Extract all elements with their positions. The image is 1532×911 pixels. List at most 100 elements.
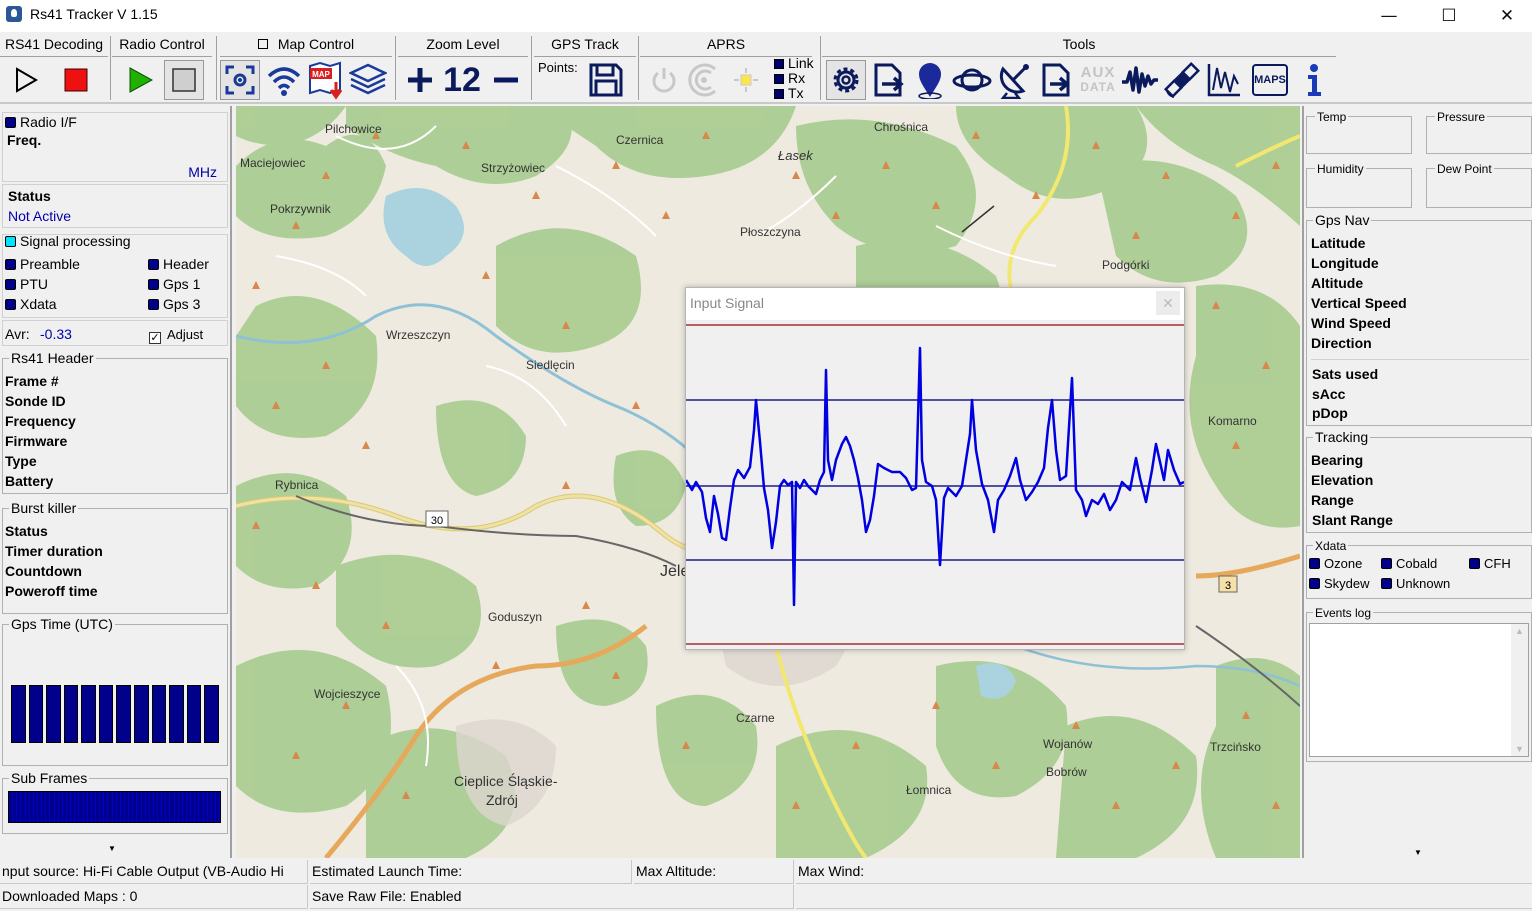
info-button[interactable] bbox=[1294, 60, 1334, 100]
location-button[interactable] bbox=[910, 60, 950, 100]
peak-marker bbox=[482, 271, 490, 279]
type-label: Type bbox=[5, 453, 37, 469]
pdop-label: pDop bbox=[1312, 405, 1348, 421]
info-icon bbox=[1308, 64, 1321, 96]
sun-icon bbox=[734, 68, 758, 92]
cfh-label: CFH bbox=[1484, 556, 1511, 571]
aprs-rx-indicator: Rx bbox=[774, 71, 814, 86]
road-shield-3: 3 bbox=[1225, 580, 1231, 592]
export-button[interactable] bbox=[868, 60, 908, 100]
status-value: Not Active bbox=[8, 208, 72, 224]
input-signal-window: Input Signal ✕ bbox=[685, 287, 1185, 650]
events-log-scrollbar[interactable]: ▲ ▼ bbox=[1511, 624, 1528, 756]
aprs-settings-button[interactable] bbox=[726, 60, 766, 100]
satellite-button[interactable] bbox=[1162, 60, 1202, 100]
pressure-box: Pressure bbox=[1426, 110, 1532, 154]
scroll-down-icon[interactable]: ▼ bbox=[1511, 744, 1528, 754]
range-label: Range bbox=[1311, 492, 1354, 508]
zoom-in-button[interactable] bbox=[400, 60, 440, 100]
save-track-button[interactable] bbox=[586, 60, 626, 100]
map-control-checkbox-icon[interactable] bbox=[257, 39, 268, 49]
input-signal-close-button[interactable]: ✕ bbox=[1156, 291, 1180, 315]
skydew-label: Skydew bbox=[1324, 576, 1370, 591]
town-label: Cieplice Śląskie- bbox=[454, 773, 558, 789]
aprs-signal-button[interactable] bbox=[684, 60, 724, 100]
radio-play-button[interactable] bbox=[120, 60, 160, 100]
gps-time-bar bbox=[28, 685, 44, 743]
stop-decoding-button[interactable] bbox=[56, 60, 96, 100]
sacc-label: sAcc bbox=[1312, 386, 1346, 402]
signal-processing-title-text: Signal processing bbox=[20, 233, 131, 249]
vertical-speed-label: Vertical Speed bbox=[1311, 295, 1407, 311]
aprs-status-legend: Link Rx Tx bbox=[774, 56, 814, 101]
zoom-out-button[interactable] bbox=[486, 60, 526, 100]
gps3-indicator: Gps 3 bbox=[148, 296, 200, 312]
peak-marker bbox=[252, 281, 260, 289]
import-button[interactable] bbox=[1036, 60, 1076, 100]
status-bar: nput source: Hi-Fi Cable Output (VB-Audi… bbox=[0, 860, 1532, 911]
town-label: Goduszyn bbox=[488, 610, 543, 624]
tools-label: Tools bbox=[1062, 36, 1096, 52]
status-box: Status Not Active bbox=[2, 184, 228, 228]
preamble-label: Preamble bbox=[20, 256, 80, 272]
data-label: DATA bbox=[1080, 80, 1116, 94]
maps-button[interactable]: MAPS bbox=[1250, 60, 1290, 100]
longitude-label: Longitude bbox=[1311, 255, 1379, 271]
save-raw-status: Save Raw File: Enabled bbox=[310, 885, 794, 909]
slant-range-label: Slant Range bbox=[1312, 512, 1393, 528]
wireless-button[interactable] bbox=[264, 60, 304, 100]
minimize-button[interactable]: — bbox=[1360, 0, 1418, 32]
radio-stop-button[interactable] bbox=[164, 60, 204, 100]
altitude-label: Altitude bbox=[1311, 275, 1364, 291]
preamble-indicator: Preamble bbox=[5, 256, 80, 272]
zoom-level-group: Zoom Level 12 bbox=[398, 36, 528, 100]
aprs-group: APRS Link Rx Tx bbox=[640, 36, 818, 101]
gps-time-bar bbox=[134, 685, 149, 743]
left-panel: Radio I/F Freq. MHz Status Not Active Si… bbox=[0, 106, 234, 858]
scroll-up-icon[interactable]: ▲ bbox=[1511, 626, 1528, 636]
waveform-icon bbox=[1122, 66, 1158, 94]
events-log-list[interactable]: ▲ ▼ bbox=[1309, 623, 1529, 757]
gps-time-bar bbox=[46, 685, 61, 743]
town-label: Maciejowiec bbox=[240, 156, 306, 170]
points-label: Points: bbox=[538, 60, 578, 75]
close-button[interactable]: ✕ bbox=[1478, 0, 1532, 32]
battery-label: Battery bbox=[5, 473, 54, 489]
gps-time-bar bbox=[11, 685, 26, 743]
input-signal-button[interactable] bbox=[1120, 60, 1160, 100]
download-map-button[interactable]: MAP bbox=[306, 60, 346, 100]
avr-label: Avr: bbox=[5, 326, 30, 342]
play-decoding-button[interactable] bbox=[6, 60, 46, 100]
checkmark-icon: ✓ bbox=[149, 332, 161, 344]
maximize-button[interactable]: ☐ bbox=[1420, 0, 1478, 32]
center-map-button[interactable] bbox=[220, 60, 260, 100]
play-outline-icon bbox=[16, 67, 38, 93]
gps-time-bars bbox=[11, 685, 219, 743]
input-signal-titlebar[interactable]: Input Signal ✕ bbox=[686, 288, 1184, 320]
right-scroll-down-arrow-icon[interactable]: ▼ bbox=[1414, 848, 1422, 857]
bearing-label: Bearing bbox=[1311, 452, 1364, 468]
antenna-button[interactable] bbox=[994, 60, 1034, 100]
ptu-indicator: PTU bbox=[5, 276, 48, 292]
xdata-box: Xdata Ozone Cobald CFH Skydew Unknown bbox=[1306, 539, 1532, 599]
file-export-icon bbox=[874, 63, 904, 97]
tools-group: Tools AUX DATA MAPS bbox=[822, 36, 1336, 100]
settings-button[interactable] bbox=[826, 60, 866, 100]
gps-time-bar bbox=[98, 685, 114, 743]
aprs-power-button[interactable] bbox=[644, 60, 684, 100]
map-layers-button[interactable] bbox=[348, 60, 388, 100]
ozone-indicator: Ozone bbox=[1309, 556, 1362, 571]
satellite-icon bbox=[1163, 61, 1201, 99]
peak-marker bbox=[662, 211, 670, 219]
scroll-down-arrow-icon[interactable]: ▼ bbox=[108, 844, 116, 853]
tracking-title: Tracking bbox=[1313, 429, 1371, 445]
planet-button[interactable] bbox=[952, 60, 992, 100]
town-label: Pilchowice bbox=[325, 122, 382, 136]
chart-button[interactable] bbox=[1204, 60, 1244, 100]
gps1-label: Gps 1 bbox=[163, 276, 201, 292]
aux-data-button[interactable]: AUX DATA bbox=[1078, 60, 1118, 100]
ozone-label: Ozone bbox=[1324, 556, 1363, 571]
adjust-checkbox[interactable]: ✓ Adjust bbox=[149, 327, 203, 344]
sonde-id-label: Sonde ID bbox=[5, 393, 66, 409]
sub-frame-segment bbox=[216, 792, 221, 822]
